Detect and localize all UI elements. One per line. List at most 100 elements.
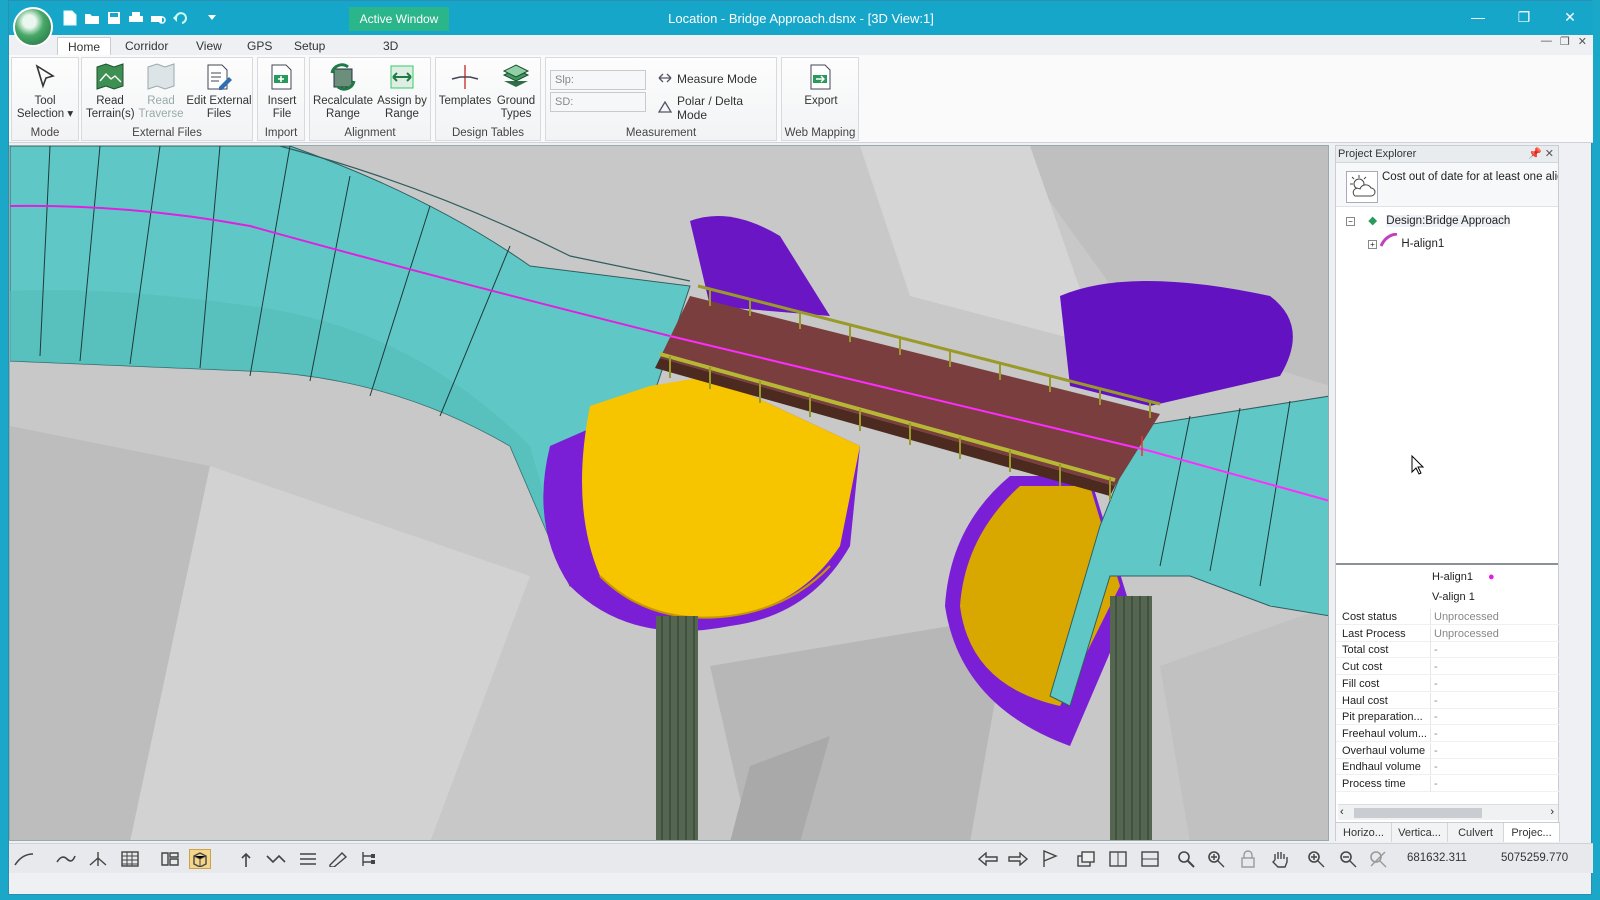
search-icon[interactable] (1175, 849, 1197, 869)
tile-horizontal-icon[interactable] (1139, 849, 1161, 869)
tab-corridor[interactable]: Corridor (115, 37, 178, 55)
tab-project[interactable]: Projec... (1504, 823, 1560, 842)
property-row[interactable]: Endhaul volume - (1336, 759, 1560, 776)
property-value: - (1434, 761, 1438, 774)
cascade-windows-icon[interactable] (1075, 849, 1097, 869)
property-value: - (1434, 744, 1438, 757)
tool-selection-label: Tool Selection (16, 95, 65, 120)
customize-qat-icon[interactable] (203, 9, 221, 27)
minimize-button[interactable]: — (1455, 1, 1501, 33)
measure-mode-button[interactable]: Measure Mode (658, 72, 757, 86)
curve-tool-icon[interactable] (55, 849, 77, 869)
property-row[interactable]: Cut cost - (1336, 659, 1560, 676)
tab-gps[interactable]: GPS (237, 37, 282, 55)
polar-delta-mode-button[interactable]: Polar / Delta Mode (657, 94, 776, 122)
scroll-thumb[interactable] (1354, 808, 1482, 818)
property-row[interactable]: Cost status Unprocessed (1336, 609, 1560, 625)
property-row[interactable]: Total cost - (1336, 642, 1560, 659)
restore-button[interactable]: ❐ (1501, 1, 1547, 33)
flag-icon[interactable] (1039, 849, 1061, 869)
close-button[interactable]: ✕ (1547, 1, 1593, 33)
ground-types-button[interactable]: Ground Types (492, 62, 540, 121)
cursor-arrow-icon (29, 62, 61, 92)
tab-view[interactable]: View (186, 37, 232, 55)
section-tool-icon[interactable] (87, 849, 109, 869)
property-row[interactable]: Fill cost - (1336, 675, 1560, 692)
panel-close-icon[interactable]: ✕ (1545, 148, 1554, 160)
edit-external-files-button[interactable]: Edit External Files (186, 62, 252, 121)
tab-3d[interactable]: 3D (373, 37, 408, 55)
mdi-close-button[interactable]: ✕ (1578, 35, 1587, 48)
active-window-tab[interactable]: Active Window (349, 7, 449, 31)
tab-culvert[interactable]: Culvert (1448, 823, 1504, 842)
polar-delta-mode-label: Polar / Delta Mode (677, 94, 744, 122)
group-import: Insert File Import (257, 57, 305, 141)
property-row[interactable]: Pit preparation... - (1336, 709, 1560, 726)
tab-vertical[interactable]: Vertica... (1392, 823, 1448, 842)
scroll-right-icon[interactable]: › (1550, 806, 1554, 818)
templates-label: Templates (438, 95, 492, 107)
print-icon[interactable] (127, 9, 145, 27)
undo-icon[interactable] (171, 9, 189, 27)
list-icon[interactable] (297, 849, 319, 869)
recalculate-range-button[interactable]: Recalculate Range (312, 62, 374, 121)
expand-icon[interactable]: + (1368, 240, 1377, 249)
read-terrain-button[interactable]: Read Terrain(s) (86, 62, 135, 121)
table-icon[interactable] (119, 849, 141, 869)
mdi-restore-button[interactable]: ❐ (1560, 35, 1570, 48)
previous-arrow-icon[interactable] (977, 849, 999, 869)
property-row[interactable]: Freehaul volum... - (1336, 725, 1560, 742)
open-folder-icon[interactable] (83, 9, 101, 27)
new-file-icon[interactable] (61, 9, 79, 27)
property-row[interactable]: Overhaul volume - (1336, 742, 1560, 759)
application-menu-button[interactable] (13, 7, 53, 47)
collapse-icon[interactable]: − (1346, 217, 1355, 226)
zoom-in-icon[interactable] (1305, 849, 1327, 869)
wave-arrow-icon[interactable] (265, 849, 287, 869)
save-icon[interactable] (105, 9, 123, 27)
tab-home[interactable]: Home (57, 37, 112, 55)
slope-distance-field[interactable]: SD: (550, 92, 646, 112)
pen-tool-icon[interactable] (327, 849, 349, 869)
edit-document-icon (203, 62, 235, 92)
insert-file-button[interactable]: Insert File (260, 62, 304, 121)
group-web-mapping: Export Web Mapping (781, 57, 859, 141)
next-arrow-icon[interactable] (1007, 849, 1029, 869)
templates-button[interactable]: Templates (438, 62, 492, 108)
assign-by-range-button[interactable]: Assign by Range (374, 62, 430, 121)
property-row[interactable]: Haul cost - (1336, 692, 1560, 709)
project-explorer-panel: Project Explorer 📌 ✕ Cost out of date fo… (1335, 145, 1560, 842)
zoom-out-icon[interactable] (1337, 849, 1359, 869)
layers-panel-icon[interactable] (159, 849, 181, 869)
draw-alignment-icon[interactable] (13, 849, 35, 869)
pin-icon[interactable]: 📌 (1528, 148, 1542, 160)
export-button[interactable]: Export (796, 62, 846, 108)
properties-hscrollbar[interactable]: ‹ › (1338, 804, 1558, 820)
zoom-extents-icon[interactable] (1367, 849, 1389, 869)
property-key: Cost status (1342, 611, 1398, 623)
tool-selection-button[interactable]: Tool Selection ▾ (14, 62, 76, 121)
tab-horizontal[interactable]: Horizo... (1336, 823, 1392, 842)
tab-setup[interactable]: Setup (284, 37, 335, 55)
pan-hand-icon[interactable] (1269, 849, 1291, 869)
read-traverse-button[interactable]: Read Traverse (136, 62, 186, 121)
edit-external-files-label: Edit External Files (186, 95, 252, 120)
scroll-left-icon[interactable]: ‹ (1340, 806, 1344, 818)
3d-viewport[interactable] (9, 145, 1329, 841)
tree-node-design[interactable]: − ◆ Design:Bridge Approach (1346, 213, 1511, 227)
project-explorer-header: Project Explorer 📌 ✕ (1336, 146, 1558, 163)
zoom-window-icon[interactable] (1205, 849, 1227, 869)
tree-node-h-align1[interactable]: + H-align1 (1368, 232, 1444, 250)
props-col-v-align: V-align 1 (1432, 591, 1475, 603)
flow-arrow-icon[interactable] (235, 849, 257, 869)
lock-icon[interactable] (1237, 849, 1259, 869)
tile-vertical-icon[interactable] (1107, 849, 1129, 869)
hierarchy-icon[interactable] (357, 849, 379, 869)
3d-box-icon[interactable] (189, 849, 211, 869)
print-preview-icon[interactable] (149, 9, 167, 27)
property-row[interactable]: Process time - (1336, 776, 1560, 792)
property-value: - (1434, 694, 1438, 707)
property-row[interactable]: Last Process Unprocessed (1336, 625, 1560, 642)
mdi-minimize-button[interactable]: — (1541, 35, 1552, 48)
slope-field[interactable]: Slp: (550, 70, 646, 90)
